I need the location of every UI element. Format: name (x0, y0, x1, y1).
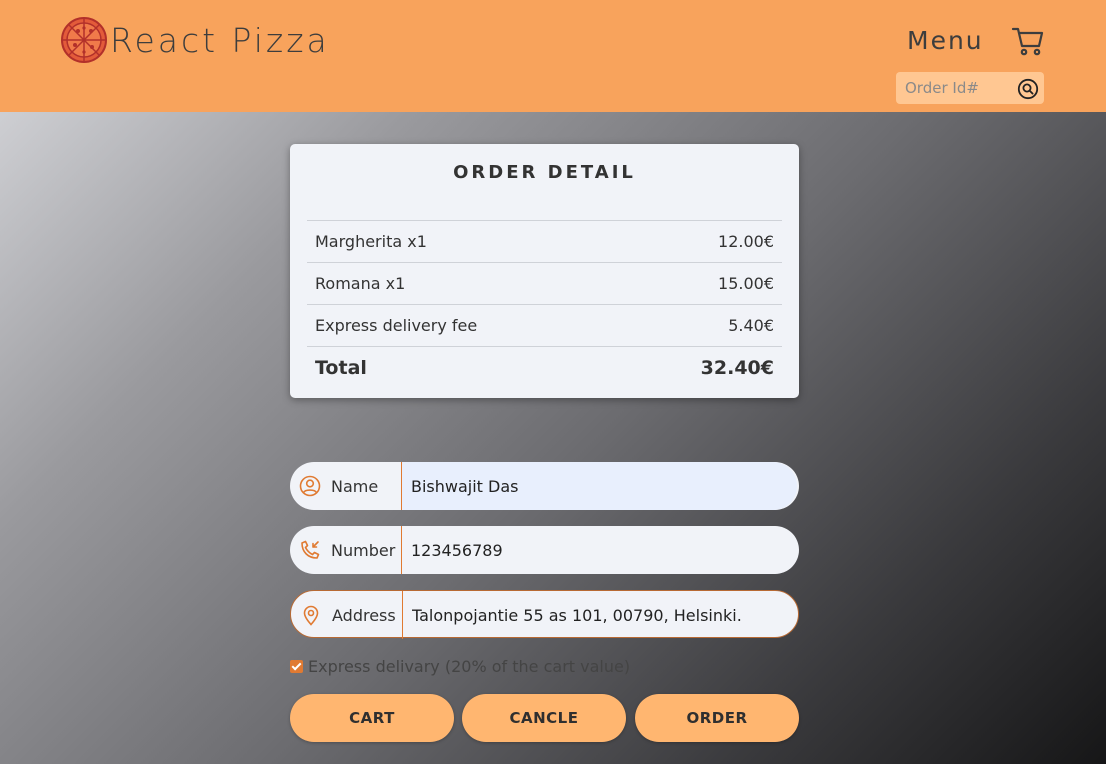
user-icon (299, 475, 321, 497)
cart-button[interactable]: CART (290, 694, 454, 742)
order-detail-title: ORDER DETAIL (453, 162, 636, 183)
number-field: Number (290, 526, 799, 574)
item-name: Romana x1 (315, 274, 406, 293)
item-price: 12.00€ (718, 232, 774, 251)
order-item-row: Romana x1 15.00€ (307, 262, 782, 304)
address-input[interactable] (403, 591, 798, 639)
menu-link[interactable]: Menu (907, 26, 984, 55)
name-input[interactable] (402, 462, 797, 510)
item-name: Express delivery fee (315, 316, 478, 335)
express-label: Express delivary (20% of the cart value) (308, 657, 631, 676)
search-icon[interactable] (1017, 78, 1039, 100)
app-header: React Pizza Menu (0, 0, 1106, 112)
address-label: Address (332, 605, 396, 625)
order-button[interactable]: ORDER (635, 694, 799, 742)
order-total-row: Total 32.40€ (307, 346, 782, 388)
address-label-group: Address (291, 591, 403, 639)
order-id-input[interactable] (896, 72, 1014, 104)
total-value: 32.40€ (700, 356, 774, 379)
brand-title: React Pizza (110, 20, 330, 60)
number-label-group: Number (290, 526, 402, 574)
address-field: Address (290, 590, 799, 639)
number-label: Number (331, 540, 396, 560)
location-icon (303, 605, 319, 626)
number-input[interactable] (402, 526, 797, 574)
item-price: 15.00€ (718, 274, 774, 293)
express-delivery: Express delivary (20% of the cart value) (290, 657, 630, 676)
phone-icon (301, 540, 320, 559)
logo[interactable]: React Pizza (60, 16, 330, 64)
pizza-icon (61, 17, 107, 63)
name-label: Name (331, 476, 379, 496)
item-price: 5.40€ (728, 316, 774, 335)
cart-icon[interactable] (1011, 24, 1045, 58)
total-label: Total (315, 356, 367, 379)
name-label-group: Name (290, 462, 402, 510)
cancel-button[interactable]: CANCLE (462, 694, 626, 742)
order-item-row: Margherita x1 12.00€ (307, 220, 782, 262)
item-name: Margherita x1 (315, 232, 427, 251)
express-checkbox[interactable] (290, 660, 303, 673)
name-field: Name (290, 462, 799, 510)
order-item-row: Express delivery fee 5.40€ (307, 304, 782, 346)
